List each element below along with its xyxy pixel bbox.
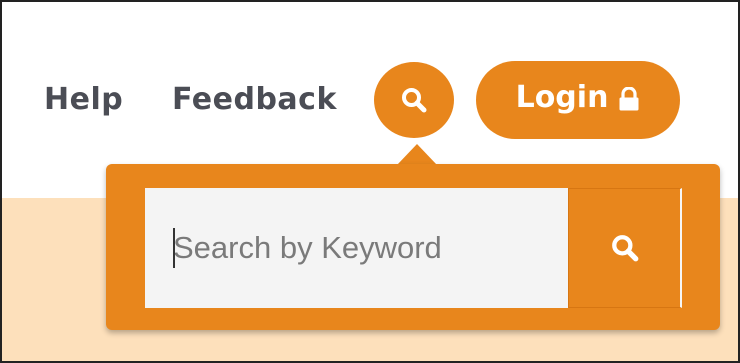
login-label: Login (515, 80, 609, 115)
lock-icon (618, 87, 640, 113)
help-link[interactable]: Help (44, 82, 123, 118)
search-toggle-button[interactable] (374, 62, 454, 138)
search-icon (610, 233, 640, 263)
text-caret (173, 228, 175, 268)
search-icon (400, 86, 428, 114)
search-submit-button[interactable] (568, 188, 682, 308)
login-button[interactable]: Login (476, 61, 680, 139)
search-input[interactable] (145, 188, 568, 308)
feedback-link[interactable]: Feedback (172, 82, 337, 118)
page-frame: Help Feedback Login (0, 0, 740, 363)
popover-arrow (397, 144, 437, 165)
